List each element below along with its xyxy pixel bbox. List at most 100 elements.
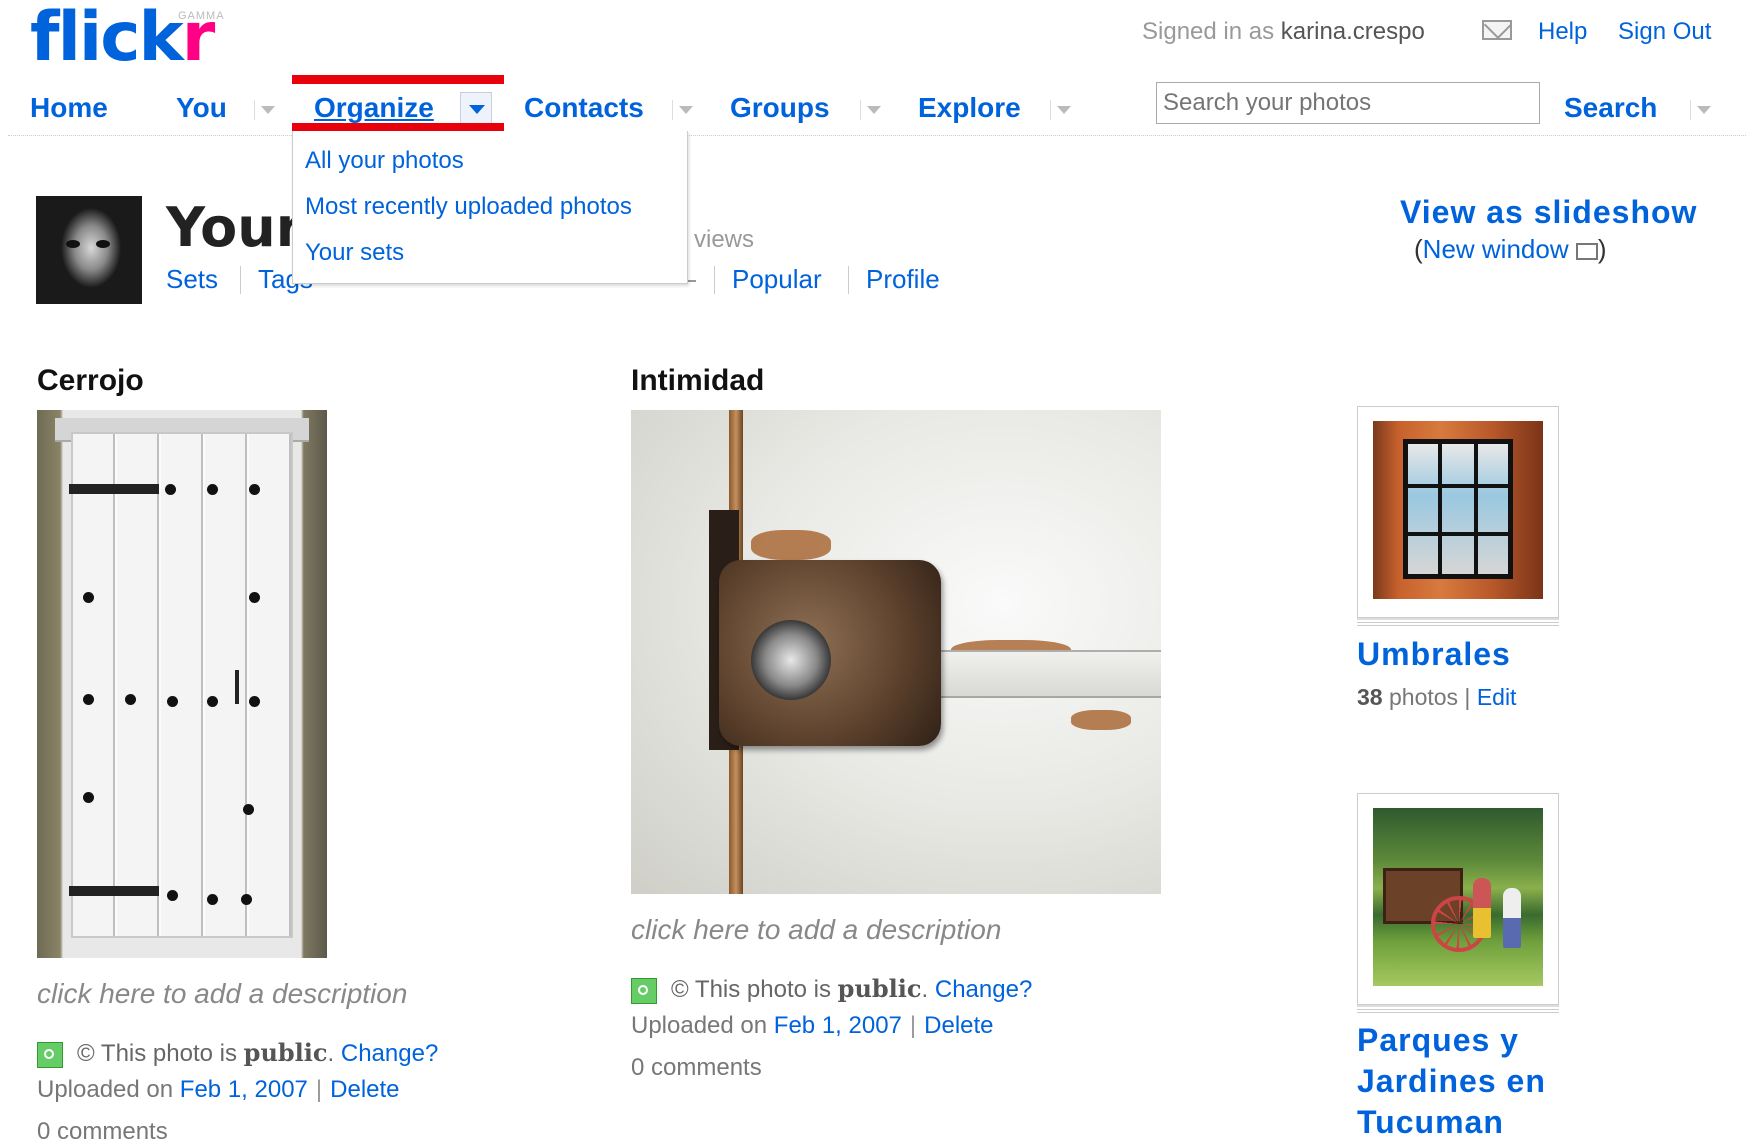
organize-chevron-down-icon[interactable] (460, 92, 492, 124)
change-privacy-link[interactable]: Change? (935, 976, 1032, 1003)
photo-count-label: photos (1388, 684, 1459, 710)
subnav-divider (714, 266, 715, 294)
door-stud (243, 804, 254, 815)
door-hinge (69, 484, 159, 494)
comments-link[interactable]: 0 comments (631, 1054, 762, 1082)
door-stud (83, 694, 94, 705)
upload-date-link[interactable]: Feb 1, 2007 (774, 1012, 902, 1039)
menu-item-all-photos[interactable]: All your photos (305, 147, 464, 175)
search-input[interactable] (1156, 82, 1540, 124)
privacy-value: public (243, 1038, 328, 1067)
delete-link[interactable]: Delete (330, 1076, 399, 1103)
explore-chevron-down-icon[interactable] (1050, 100, 1071, 120)
logo-text: flick (30, 0, 184, 77)
search-button[interactable]: Search (1564, 92, 1657, 124)
photo-door-image[interactable] (37, 410, 327, 958)
door-stud (207, 696, 218, 707)
door-stud (83, 792, 94, 803)
signed-in-text: Signed in as karina.crespo (1142, 18, 1425, 46)
sign-out-link[interactable]: Sign Out (1618, 18, 1711, 46)
new-window-icon (1575, 242, 1598, 260)
photo-title[interactable]: Intimidad (631, 364, 764, 398)
edit-set-link[interactable]: Edit (1477, 684, 1517, 710)
photo-title[interactable]: Cerrojo (37, 364, 144, 398)
door-stud (83, 592, 94, 603)
set-image (1373, 808, 1543, 986)
view-slideshow-link[interactable]: View as slideshow (1400, 194, 1697, 231)
gamma-badge: GAMMA (178, 10, 225, 22)
uploaded-prefix: Uploaded on (631, 1012, 768, 1039)
set-thumbnail-umbrales[interactable] (1357, 406, 1559, 618)
contacts-chevron-down-icon[interactable] (672, 100, 693, 120)
nav-divider (8, 135, 1746, 136)
search-chevron-down-icon[interactable] (1690, 100, 1711, 120)
comments-link[interactable]: 0 comments (37, 1118, 168, 1146)
nav-explore[interactable]: Explore (918, 92, 1021, 124)
door-handle (235, 670, 239, 704)
set-title-line: Tucuman (1357, 1104, 1504, 1140)
photo-lock-image[interactable] (631, 410, 1161, 894)
door-hinge (69, 886, 159, 896)
nav-organize[interactable]: Organize (314, 92, 434, 124)
help-link[interactable]: Help (1538, 18, 1587, 46)
envelope-icon[interactable] (1482, 20, 1512, 40)
door-stud (165, 484, 176, 495)
copyright-symbol: © (671, 976, 689, 1003)
rust-patch (1071, 710, 1131, 730)
organize-dropdown-menu: All your photos Most recently uploaded p… (292, 131, 688, 284)
highlight-box-bottom (292, 123, 504, 131)
avatar[interactable] (36, 196, 142, 304)
groups-chevron-down-icon[interactable] (860, 100, 881, 120)
username-link[interactable]: karina.crespo (1281, 18, 1425, 45)
page-title: Your (166, 196, 303, 259)
privacy-prefix: This photo is (100, 1040, 237, 1067)
separator: | (909, 1012, 917, 1039)
paren-open: ( (1414, 234, 1423, 264)
lock-cylinder (751, 620, 831, 700)
subnav-divider (848, 266, 849, 294)
nav-you[interactable]: You (176, 92, 227, 124)
door-stud (167, 890, 178, 901)
privacy-value: public (837, 974, 922, 1003)
door-stud (125, 694, 136, 705)
set-meta: 38 photos | Edit (1357, 684, 1517, 710)
subnav-divider (240, 266, 241, 294)
door-stud (249, 484, 260, 495)
menu-item-your-sets[interactable]: Your sets (305, 239, 404, 267)
subnav-sets[interactable]: Sets (166, 264, 218, 295)
lock-bolt (931, 650, 1161, 698)
nav-contacts[interactable]: Contacts (524, 92, 644, 124)
nav-home[interactable]: Home (30, 92, 108, 124)
set-title-umbrales[interactable]: Umbrales (1357, 634, 1511, 675)
upload-row: Uploaded on Feb 1, 2007 | Delete (37, 1076, 400, 1104)
upload-row: Uploaded on Feb 1, 2007 | Delete (631, 1012, 994, 1040)
separator: | (315, 1076, 323, 1103)
privacy-icon (631, 977, 657, 1004)
photo-description-placeholder[interactable]: click here to add a description (37, 978, 407, 1010)
views-text: views (694, 226, 755, 253)
door-stud (249, 696, 260, 707)
nav-groups[interactable]: Groups (730, 92, 830, 124)
door-panel (69, 432, 293, 938)
copyright-symbol: © (77, 1040, 95, 1067)
set-thumbnail-parques[interactable] (1357, 793, 1559, 1005)
set-image (1373, 421, 1543, 599)
window-grille (1403, 439, 1513, 579)
you-chevron-down-icon[interactable] (254, 100, 275, 120)
new-window-link[interactable]: New window (1423, 234, 1569, 264)
set-title-line: Jardines en (1357, 1063, 1546, 1099)
photo-description-placeholder[interactable]: click here to add a description (631, 914, 1001, 946)
subnav-popular[interactable]: Popular (732, 264, 822, 295)
menu-item-recent-uploads[interactable]: Most recently uploaded photos (305, 193, 632, 221)
upload-date-link[interactable]: Feb 1, 2007 (180, 1076, 308, 1103)
subnav-profile[interactable]: Profile (866, 264, 940, 295)
set-title-parques[interactable]: Parques y Jardines en Tucuman (1357, 1020, 1546, 1143)
change-privacy-link[interactable]: Change? (341, 1040, 438, 1067)
delete-link[interactable]: Delete (924, 1012, 993, 1039)
paren-close: ) (1597, 234, 1607, 264)
photo-count: 38 (1357, 684, 1383, 710)
privacy-prefix: This photo is (694, 976, 831, 1003)
person-shape (1503, 888, 1521, 948)
privacy-row: © This photo is public. Change? (631, 974, 1032, 1004)
set-title-line: Parques y (1357, 1022, 1519, 1058)
